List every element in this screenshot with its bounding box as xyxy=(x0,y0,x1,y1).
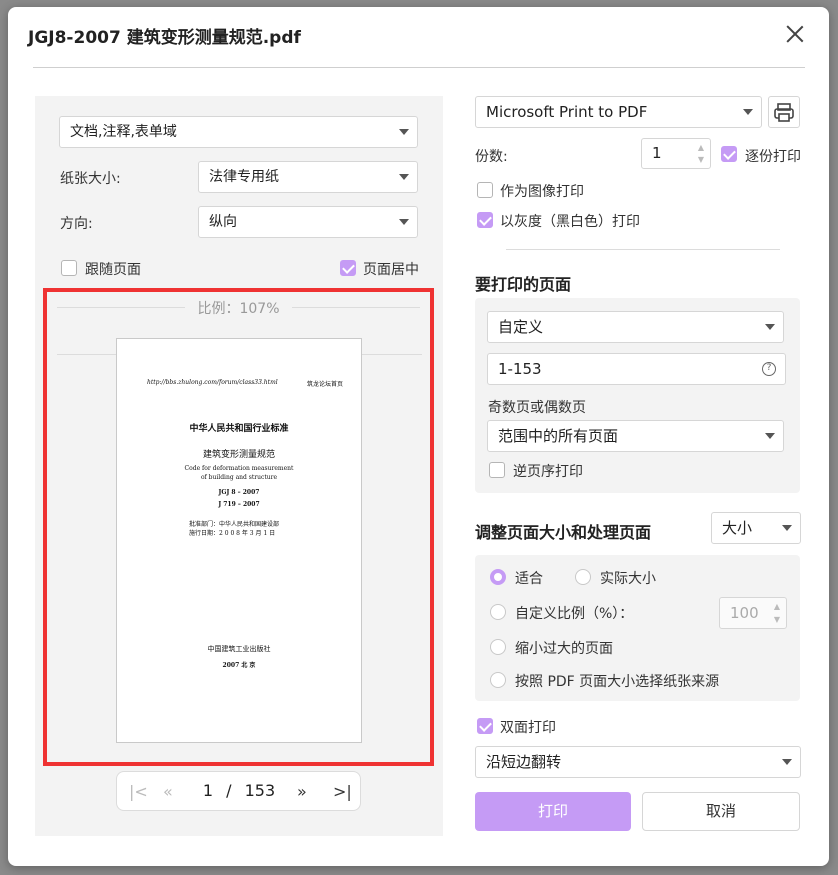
paper-size-label: 纸张大小: xyxy=(60,171,121,187)
title-divider xyxy=(33,67,805,68)
content-select-value: 文档,注释,表单域 xyxy=(70,124,177,140)
printer-value: Microsoft Print to PDF xyxy=(486,103,648,121)
chevron-down-icon xyxy=(743,109,753,115)
resize-mode-select[interactable]: 大小 xyxy=(711,512,801,544)
current-page: 1 xyxy=(202,781,214,800)
print-button[interactable]: 打印 xyxy=(475,792,631,831)
collate-label: 逐份打印 xyxy=(745,149,801,165)
chevron-down-icon xyxy=(399,129,409,135)
doc-title-en-2: of building and structure xyxy=(200,474,278,481)
publisher: 中国建筑工业出版社 xyxy=(207,645,271,653)
approved-by: 批准部门：中华人民共和国建设部 xyxy=(189,521,280,528)
orientation-select[interactable]: 纵向 xyxy=(198,206,418,238)
pages-mode-select[interactable]: 自定义 xyxy=(487,311,784,343)
copies-label: 份数: xyxy=(475,149,508,165)
previous-page-icon[interactable]: « xyxy=(163,782,173,801)
page-separator: / xyxy=(226,781,232,800)
publish-place: 2007 北 京 xyxy=(222,662,256,669)
duplex-label: 双面打印 xyxy=(500,720,556,736)
current-page-input[interactable]: 1 / 153 xyxy=(195,776,283,806)
dialog-title: JGJ8-2007 建筑变形测量规范.pdf xyxy=(28,28,301,48)
first-page-icon[interactable]: |< xyxy=(129,782,148,801)
spin-up-icon[interactable]: ▲ xyxy=(698,144,704,152)
total-pages: 153 xyxy=(244,781,276,800)
custom-scale-label: 自定义比例（%）： xyxy=(515,606,634,622)
copies-input[interactable]: 1 ▲ ▼ xyxy=(641,138,711,169)
doc-title-en-1: Code for deformation measurement xyxy=(184,465,294,472)
last-page-icon[interactable]: >| xyxy=(333,782,352,801)
collate-checkbox[interactable] xyxy=(721,146,737,162)
page-header-right: 筑龙论坛首页 xyxy=(307,381,344,388)
chevron-down-icon xyxy=(782,759,792,765)
orientation-value: 纵向 xyxy=(209,214,237,230)
paper-source-radio[interactable] xyxy=(490,672,506,688)
doc-title-cn: 建筑变形测量规范 xyxy=(202,450,275,460)
chevron-down-icon xyxy=(765,433,775,439)
chevron-down-icon xyxy=(765,324,775,330)
grayscale-checkbox[interactable] xyxy=(477,212,493,228)
orientation-label: 方向: xyxy=(60,216,93,232)
custom-scale-input[interactable]: 100 ▲ ▼ xyxy=(719,597,787,629)
help-icon[interactable]: ? xyxy=(762,362,776,376)
spin-down-icon[interactable]: ▼ xyxy=(698,156,704,164)
page-range-value: 1-153 xyxy=(498,360,542,378)
chevron-down-icon xyxy=(399,174,409,180)
scale-text: 比例：107% xyxy=(197,301,280,317)
code-1: JGJ 8 – 2007 xyxy=(218,489,260,496)
paper-source-label: 按照 PDF 页面大小选择纸张来源 xyxy=(515,674,720,690)
close-icon[interactable] xyxy=(784,23,806,45)
odd-even-select[interactable]: 范围中的所有页面 xyxy=(487,420,784,452)
preview-panel: 文档,注释,表单域 纸张大小: 法律专用纸 方向: 纵向 跟随页面 页面居中 比… xyxy=(35,96,443,836)
print-as-image-label: 作为图像打印 xyxy=(500,184,584,200)
reverse-order-checkbox[interactable] xyxy=(489,462,505,478)
spin-up-icon[interactable]: ▲ xyxy=(774,603,780,611)
page-range-input[interactable]: 1-153 ? xyxy=(487,353,786,385)
paper-size-select[interactable]: 法律专用纸 xyxy=(198,161,418,193)
resize-mode-value: 大小 xyxy=(722,519,753,537)
pages-section-title: 要打印的页面 xyxy=(475,275,572,294)
spin-down-icon[interactable]: ▼ xyxy=(774,616,780,624)
center-page-checkbox[interactable] xyxy=(340,260,356,276)
pages-mode-value: 自定义 xyxy=(498,318,544,336)
print-as-image-checkbox[interactable] xyxy=(477,182,493,198)
divider xyxy=(506,249,780,250)
custom-scale-value: 100 xyxy=(730,604,759,622)
reverse-order-label: 逆页序打印 xyxy=(513,464,583,480)
paper-size-value: 法律专用纸 xyxy=(209,169,279,185)
page-navigator: |< « 1 / 153 » >| xyxy=(116,771,361,811)
shrink-radio[interactable] xyxy=(490,639,506,655)
printer-select[interactable]: Microsoft Print to PDF xyxy=(475,96,762,128)
cancel-button[interactable]: 取消 xyxy=(642,792,800,831)
follow-page-checkbox[interactable] xyxy=(61,260,77,276)
page-url: http://bbs.zhulong.com/forum/class33.htm… xyxy=(147,379,278,386)
grayscale-label: 以灰度（黑白色）打印 xyxy=(500,214,640,230)
odd-even-value: 范围中的所有页面 xyxy=(498,427,619,445)
printer-properties-button[interactable] xyxy=(768,96,800,128)
content-select[interactable]: 文档,注释,表单域 xyxy=(59,116,418,148)
printer-icon xyxy=(774,103,794,122)
shrink-label: 缩小过大的页面 xyxy=(515,641,613,657)
follow-page-label: 跟随页面 xyxy=(85,262,141,278)
copies-value: 1 xyxy=(652,144,662,162)
fit-label: 适合 xyxy=(515,571,543,587)
flip-select[interactable]: 沿短边翻转 xyxy=(475,746,801,778)
chevron-down-icon xyxy=(399,219,409,225)
code-2: J 719 – 2007 xyxy=(218,501,260,508)
page-thumbnail: http://bbs.zhulong.com/forum/class33.htm… xyxy=(116,338,362,743)
page-preview-area: 比例：107% http://bbs.zhulong.com/forum/cla… xyxy=(43,288,434,766)
duplex-checkbox[interactable] xyxy=(477,718,493,734)
fit-radio[interactable] xyxy=(490,569,506,585)
flip-value: 沿短边翻转 xyxy=(486,753,562,771)
custom-scale-radio[interactable] xyxy=(490,604,506,620)
next-page-icon[interactable]: » xyxy=(297,782,307,801)
actual-size-label: 实际大小 xyxy=(600,571,656,587)
effective-date: 施行日期：2 0 0 8 年 3 月 1 日 xyxy=(189,530,276,537)
odd-even-label: 奇数页或偶数页 xyxy=(488,400,586,416)
standard-title: 中华人民共和国行业标准 xyxy=(189,424,289,434)
chevron-down-icon xyxy=(782,525,792,531)
actual-size-radio[interactable] xyxy=(575,569,591,585)
print-dialog: JGJ8-2007 建筑变形测量规范.pdf 文档,注释,表单域 纸张大小: 法… xyxy=(8,7,829,866)
resize-section-title: 调整页面大小和处理页面 xyxy=(475,523,652,542)
center-page-label: 页面居中 xyxy=(363,262,419,278)
